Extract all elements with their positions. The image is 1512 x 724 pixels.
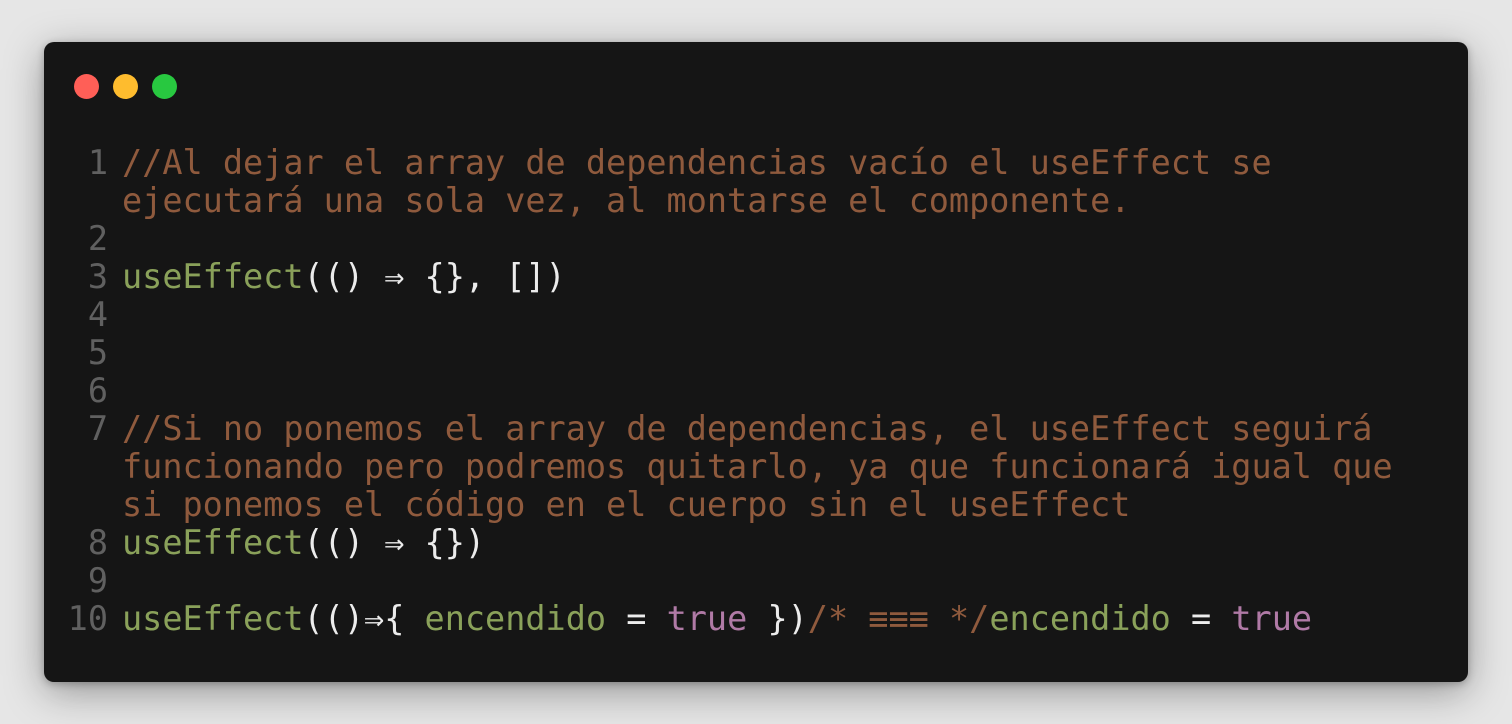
boolean-literal: true (1231, 599, 1313, 638)
line-number: 5 (87, 333, 108, 372)
code-line: 1 //Al dejar el array de dependencias vac… (44, 144, 1468, 220)
code-comment: /* ≡≡≡ */ (807, 599, 990, 638)
code-line: 2 (44, 220, 1468, 258)
boolean-literal: true (666, 599, 748, 638)
function-name: useEffect (122, 257, 304, 296)
variable-name: encendido (989, 599, 1171, 638)
line-number: 2 (87, 219, 108, 258)
code-punctuation: = (606, 599, 667, 638)
code-line: 9 (44, 562, 1468, 600)
line-number: 4 (87, 295, 108, 334)
close-dot[interactable] (74, 74, 99, 99)
screenshot-stage: 1 //Al dejar el array de dependencias vac… (0, 0, 1512, 724)
code-punctuation: (() ⇒ {}, []) (303, 257, 566, 296)
code-line: 6 (44, 372, 1468, 410)
code-window: 1 //Al dejar el array de dependencias vac… (44, 42, 1468, 682)
line-number: 6 (87, 371, 108, 410)
code-line: 4 (44, 296, 1468, 334)
line-number: 3 (87, 257, 108, 296)
line-number: 7 (87, 409, 108, 448)
line-content: //Si no ponemos el array de dependencias… (122, 410, 1468, 524)
variable-name: encendido (424, 599, 607, 638)
line-number: 9 (87, 561, 108, 600)
line-content: useEffect(()⇒{ encendido = true })/* ≡≡≡… (122, 600, 1468, 638)
code-punctuation: }) (747, 599, 808, 638)
line-content: //Al dejar el array de dependencias vací… (122, 144, 1468, 220)
code-line: 8 useEffect(() ⇒ {}) (44, 524, 1468, 562)
line-number: 10 (67, 599, 108, 638)
zoom-dot[interactable] (152, 74, 177, 99)
code-punctuation: (() ⇒ {}) (303, 523, 486, 562)
function-name: useEffect (122, 599, 304, 638)
code-punctuation: (()⇒{ (303, 599, 425, 638)
code-punctuation: = (1170, 599, 1232, 638)
minimize-dot[interactable] (113, 74, 138, 99)
window-controls (74, 74, 177, 99)
line-number: 8 (87, 523, 108, 562)
code-line: 3 useEffect(() ⇒ {}, []) (44, 258, 1468, 296)
code-comment: //Si no ponemos el array de dependencias… (122, 409, 1413, 524)
code-line: 5 (44, 334, 1468, 372)
function-name: useEffect (122, 523, 304, 562)
code-editor[interactable]: 1 //Al dejar el array de dependencias vac… (44, 144, 1468, 638)
line-content: useEffect(() ⇒ {}) (122, 524, 1468, 562)
line-number: 1 (87, 143, 108, 182)
code-comment: //Al dejar el array de dependencias vací… (122, 143, 1292, 220)
code-line: 10 useEffect(()⇒{ encendido = true })/* ≡… (44, 600, 1468, 638)
code-line: 7 //Si no ponemos el array de dependencia… (44, 410, 1468, 524)
line-content: useEffect(() ⇒ {}, []) (122, 258, 1468, 296)
